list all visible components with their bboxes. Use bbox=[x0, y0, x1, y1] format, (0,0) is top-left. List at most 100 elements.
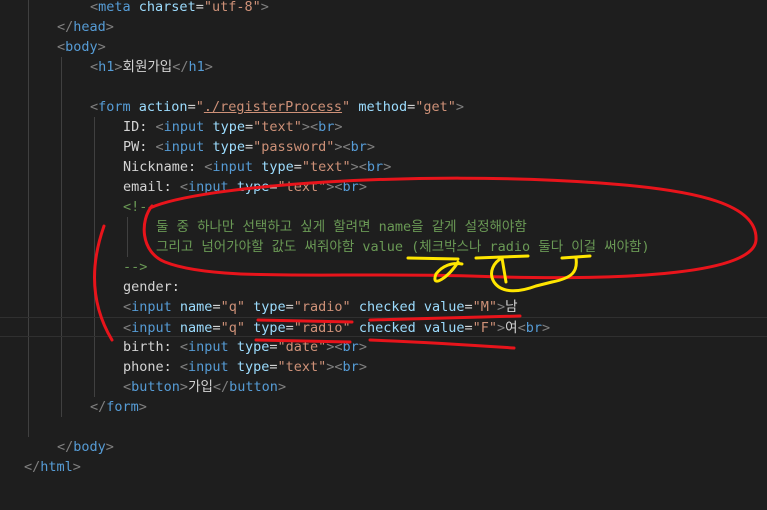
code-line[interactable]: </form> bbox=[0, 397, 767, 417]
code-line[interactable]: ID: <input type="text"><br> bbox=[0, 117, 767, 137]
code-line[interactable]: Nickname: <input type="text"><br> bbox=[0, 157, 767, 177]
code-content: <meta charset="utf-8"> bbox=[90, 0, 269, 17]
code-token: method bbox=[358, 99, 408, 115]
code-content: <!-- bbox=[123, 197, 156, 217]
code-line[interactable]: <h1>회원가입</h1> bbox=[0, 57, 767, 77]
code-token: "text" bbox=[301, 159, 351, 175]
code-token: > bbox=[301, 119, 311, 135]
code-token: "utf-8" bbox=[203, 0, 261, 15]
code-token: = bbox=[244, 139, 254, 155]
code-content: phone: <input type="text"><br> bbox=[123, 357, 367, 377]
code-line[interactable]: </head> bbox=[0, 17, 767, 37]
code-token: html bbox=[40, 459, 73, 475]
code-token: > bbox=[358, 359, 367, 375]
code-token: > bbox=[497, 320, 506, 336]
code-content: PW: <input type="password"><br> bbox=[123, 137, 375, 157]
code-content: email: <input type="text"><br> bbox=[123, 177, 367, 197]
code-line[interactable]: <meta charset="utf-8"> bbox=[0, 0, 767, 17]
code-line[interactable]: <!-- bbox=[0, 197, 767, 217]
code-line[interactable] bbox=[0, 77, 767, 97]
code-token: type bbox=[212, 139, 245, 155]
code-line[interactable]: 그리고 넘어가야할 값도 써줘야함 value (체크박스나 radio 둘다 … bbox=[0, 237, 767, 257]
code-token: " bbox=[195, 99, 204, 115]
code-token: < bbox=[90, 0, 99, 15]
code-token: button bbox=[229, 379, 278, 395]
code-token: button bbox=[131, 379, 180, 395]
code-token: ID: bbox=[123, 119, 156, 135]
code-token: meta bbox=[98, 0, 131, 15]
code-token: br bbox=[366, 159, 384, 175]
code-line[interactable]: birth: <input type="date"><br> bbox=[0, 337, 767, 357]
code-content: --> bbox=[123, 257, 147, 277]
code-token: type bbox=[236, 179, 270, 195]
code-token: input bbox=[131, 299, 172, 315]
code-token: "F" bbox=[472, 320, 498, 336]
code-token: > bbox=[350, 159, 359, 175]
code-token: h1 bbox=[188, 59, 205, 75]
code-token: br bbox=[342, 359, 359, 375]
code-line[interactable]: </html> bbox=[0, 457, 767, 477]
code-token: 가입 bbox=[188, 379, 213, 395]
code-token: > bbox=[105, 19, 114, 35]
code-token: charset bbox=[138, 0, 196, 15]
code-token: input bbox=[131, 320, 172, 336]
code-token: > bbox=[455, 99, 465, 115]
code-token: input bbox=[188, 339, 229, 355]
code-token: = bbox=[464, 299, 473, 315]
code-token: form bbox=[98, 99, 131, 115]
code-token: h1 bbox=[98, 59, 115, 75]
code-content: <input name="q" type="radio" checked val… bbox=[123, 318, 550, 338]
code-token: "text" bbox=[253, 119, 302, 135]
code-token: gender: bbox=[123, 279, 180, 295]
code-content: <button>가입</button> bbox=[123, 377, 286, 397]
code-line[interactable]: PW: <input type="password"><br> bbox=[0, 137, 767, 157]
code-line[interactable]: 둘 중 하나만 선택하고 싶게 할려면 name을 같게 설정해야함 bbox=[0, 217, 767, 237]
code-token: 그리고 넘어가야할 값도 써줘야함 value (체크박스나 radio 둘다 … bbox=[156, 239, 650, 255]
code-token: = bbox=[212, 320, 221, 336]
code-editor[interactable]: <meta charset="utf-8"> </head> <body> <h1>회… bbox=[0, 0, 767, 510]
code-line[interactable]: <button>가입</button> bbox=[0, 377, 767, 397]
code-line[interactable]: email: <input type="text"><br> bbox=[0, 177, 767, 197]
code-token: < bbox=[123, 379, 132, 395]
code-token: = bbox=[285, 320, 294, 336]
code-token: type bbox=[236, 359, 270, 375]
code-token: < bbox=[358, 159, 367, 175]
code-token: > bbox=[366, 139, 376, 155]
code-token: = bbox=[464, 320, 473, 336]
code-line[interactable]: --> bbox=[0, 257, 767, 277]
code-token: = bbox=[285, 299, 294, 315]
code-token: > bbox=[105, 439, 114, 455]
code-token: = bbox=[187, 99, 196, 115]
code-token: birth: bbox=[123, 339, 180, 355]
code-token: < bbox=[155, 139, 164, 155]
code-token: > bbox=[358, 339, 367, 355]
code-token: input bbox=[163, 139, 205, 155]
code-token: < bbox=[310, 119, 319, 135]
code-line[interactable]: <input name="q" type="radio" checked val… bbox=[0, 297, 767, 317]
code-token: < bbox=[57, 39, 66, 55]
code-content: <body> bbox=[57, 37, 106, 57]
code-line[interactable] bbox=[0, 417, 767, 437]
code-token: form bbox=[106, 399, 139, 415]
code-line[interactable]: <form action="./registerProcess" method=… bbox=[0, 97, 767, 117]
code-token: > bbox=[383, 159, 392, 175]
code-line[interactable]: <body> bbox=[0, 37, 767, 57]
code-token: type bbox=[253, 299, 286, 315]
code-line[interactable]: <input name="q" type="radio" checked val… bbox=[0, 317, 767, 337]
code-token: Nickname: bbox=[123, 159, 205, 175]
code-token: > bbox=[97, 39, 106, 55]
code-line[interactable]: </body> bbox=[0, 437, 767, 457]
code-line[interactable]: gender: bbox=[0, 277, 767, 297]
code-line[interactable]: phone: <input type="text"><br> bbox=[0, 357, 767, 377]
code-token: < bbox=[90, 99, 99, 115]
code-token: < bbox=[342, 139, 351, 155]
code-content: <input name="q" type="radio" checked val… bbox=[123, 297, 518, 317]
code-token: input bbox=[163, 119, 205, 135]
